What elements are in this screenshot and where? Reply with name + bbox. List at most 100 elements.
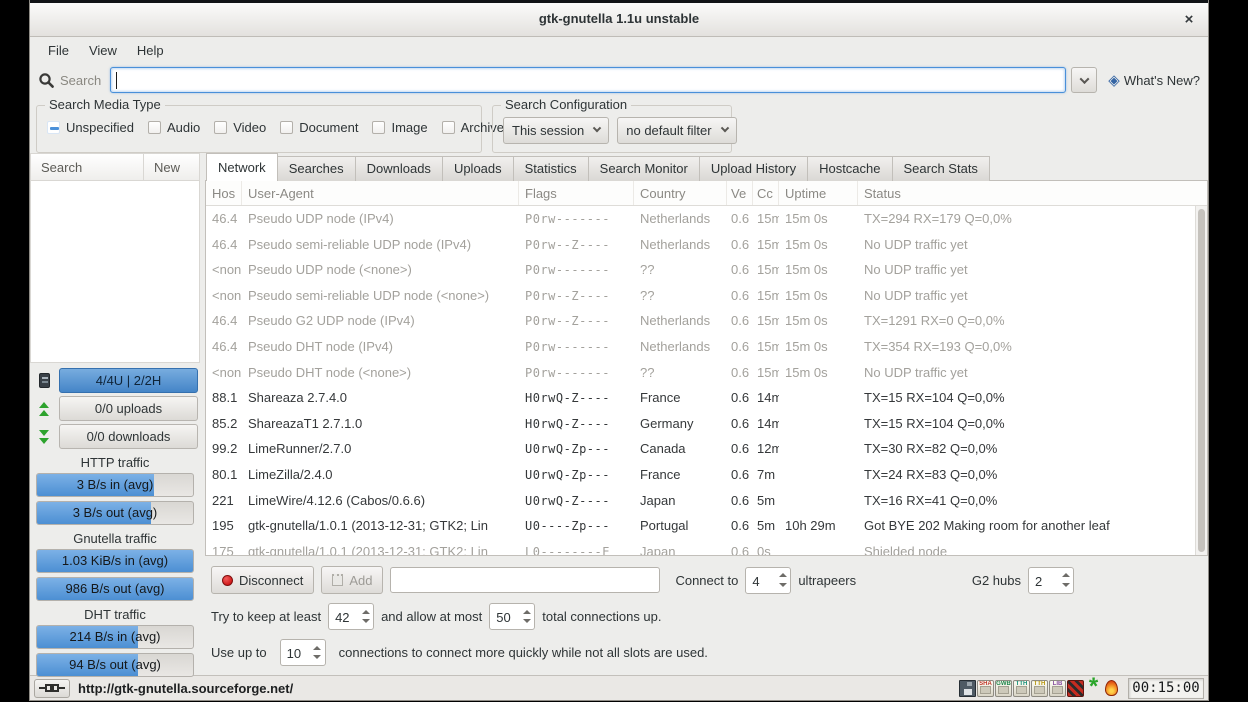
- media-option-image[interactable]: Image: [372, 120, 427, 135]
- new-column-header[interactable]: New: [143, 153, 200, 181]
- search-column-header[interactable]: Search: [30, 153, 143, 181]
- menu-item-file[interactable]: File: [38, 39, 79, 62]
- column-header-country[interactable]: Country: [634, 181, 727, 205]
- tab-search-stats[interactable]: Search Stats: [892, 156, 990, 181]
- column-header-hos[interactable]: Hos: [206, 181, 242, 205]
- chevron-down-icon: [1079, 74, 1089, 84]
- media-option-video[interactable]: Video: [214, 120, 266, 135]
- cell-connected: 5m: [753, 513, 779, 539]
- connector-button[interactable]: [34, 679, 70, 698]
- diamond-icon: ◈: [1108, 73, 1120, 88]
- spinner-arrows[interactable]: [1058, 568, 1073, 593]
- cell-flags: P0rw-------: [519, 257, 634, 283]
- checkbox-icon[interactable]: [47, 121, 60, 134]
- cell-uptime: 15m 0s: [779, 360, 858, 386]
- tab-search-monitor[interactable]: Search Monitor: [588, 156, 700, 181]
- uploads-arrows-icon: [34, 401, 54, 417]
- allow-at-most-spinner[interactable]: 50: [489, 603, 535, 630]
- search-toolbar: Search ◈ What's New?: [30, 63, 1208, 97]
- checkbox-icon[interactable]: [148, 121, 161, 134]
- scrollbar-thumb[interactable]: [1198, 209, 1205, 552]
- peers-status-button[interactable]: 4/4U | 2/2H: [59, 368, 198, 393]
- checkbox-icon[interactable]: [280, 121, 293, 134]
- downloads-status-button[interactable]: 0/0 downloads: [59, 424, 198, 449]
- table-row[interactable]: 99.2LimeRunner/2.7.0U0rwQ-Zp---Canada0.6…: [206, 436, 1207, 462]
- tab-network[interactable]: Network: [206, 153, 278, 181]
- cell-agent: Pseudo semi-reliable UDP node (<none>): [242, 283, 519, 309]
- tab-downloads[interactable]: Downloads: [355, 156, 443, 181]
- column-header-flags[interactable]: Flags: [519, 181, 634, 205]
- add-button[interactable]: Add: [321, 566, 383, 594]
- close-button[interactable]: ×: [1180, 11, 1198, 29]
- table-row[interactable]: <nonPseudo DHT node (<none>)P0rw-------?…: [206, 360, 1207, 386]
- table-row[interactable]: 175gtk-gnutella/1.0.1 (2013-12-31; GTK2;…: [206, 539, 1207, 555]
- cell-status: No UDP traffic yet: [858, 360, 1207, 386]
- session-combo[interactable]: This session: [503, 117, 609, 144]
- spinner-arrows[interactable]: [519, 604, 534, 629]
- whats-new-link[interactable]: ◈ What's New?: [1108, 73, 1200, 88]
- checkbox-icon[interactable]: [442, 121, 455, 134]
- use-up-to-suffix-label: connections to connect more quickly whil…: [339, 645, 708, 660]
- cell-country: Canada: [634, 436, 727, 462]
- cell-country: Germany: [634, 411, 727, 437]
- menu-item-help[interactable]: Help: [127, 39, 174, 62]
- cell-version: 0.6: [727, 462, 753, 488]
- disconnect-button[interactable]: Disconnect: [211, 566, 314, 594]
- cell-flags: H0rwQ-Z----: [519, 411, 634, 437]
- cell-uptime: [779, 385, 858, 411]
- default-filter-combo[interactable]: no default filter: [617, 117, 736, 144]
- cell-flags: U0----Zp---: [519, 513, 634, 539]
- use-up-to-spinner[interactable]: 10: [280, 639, 326, 666]
- cell-host: 46.4: [206, 334, 242, 360]
- tab-upload-history[interactable]: Upload History: [699, 156, 808, 181]
- media-option-audio[interactable]: Audio: [148, 120, 200, 135]
- tab-uploads[interactable]: Uploads: [442, 156, 514, 181]
- column-header-useragent[interactable]: User-Agent: [242, 181, 519, 205]
- spinner-arrows[interactable]: [358, 604, 373, 629]
- add-host-input[interactable]: [390, 567, 660, 593]
- table-row[interactable]: 221LimeWire/4.12.6 (Cabos/0.6.6)U0rwQ-Z-…: [206, 488, 1207, 514]
- g2-hubs-spinner[interactable]: 2: [1028, 567, 1074, 594]
- keep-at-least-spinner[interactable]: 42: [328, 603, 374, 630]
- media-option-label: Unspecified: [66, 120, 134, 135]
- table-row[interactable]: <nonPseudo semi-reliable UDP node (<none…: [206, 283, 1207, 309]
- checkbox-icon[interactable]: [214, 121, 227, 134]
- column-header-cc[interactable]: Cc: [753, 181, 779, 205]
- search-input[interactable]: [110, 67, 1066, 93]
- cell-host: 46.4: [206, 232, 242, 258]
- cell-version: 0.6: [727, 488, 753, 514]
- cell-agent: Pseudo G2 UDP node (IPv4): [242, 308, 519, 334]
- column-header-ve[interactable]: Ve: [727, 181, 753, 205]
- column-header-uptime[interactable]: Uptime: [779, 181, 858, 205]
- title-bar: gtk-gnutella 1.1u unstable ×: [30, 3, 1208, 37]
- table-row[interactable]: 46.4Pseudo G2 UDP node (IPv4)P0rw--Z----…: [206, 308, 1207, 334]
- uploads-status-button[interactable]: 0/0 uploads: [59, 396, 198, 421]
- disconnect-label: Disconnect: [239, 573, 303, 588]
- media-option-document[interactable]: Document: [280, 120, 358, 135]
- table-row[interactable]: <nonPseudo UDP node (<none>)P0rw-------?…: [206, 257, 1207, 283]
- table-row[interactable]: 85.2ShareazaT1 2.7.1.0H0rwQ-Z----Germany…: [206, 411, 1207, 437]
- cell-version: 0.6: [727, 385, 753, 411]
- spinner-arrows[interactable]: [310, 640, 325, 665]
- table-row[interactable]: 46.4Pseudo semi-reliable UDP node (IPv4)…: [206, 232, 1207, 258]
- tab-statistics[interactable]: Statistics: [513, 156, 589, 181]
- table-row[interactable]: 46.4Pseudo UDP node (IPv4)P0rw-------Net…: [206, 206, 1207, 232]
- table-row[interactable]: 80.1LimeZilla/2.4.0U0rwQ-Zp---France0.67…: [206, 462, 1207, 488]
- tab-searches[interactable]: Searches: [277, 156, 356, 181]
- table-body: 46.4Pseudo UDP node (IPv4)P0rw-------Net…: [206, 206, 1207, 555]
- table-row[interactable]: 46.4Pseudo DHT node (IPv4)P0rw-------Net…: [206, 334, 1207, 360]
- search-list[interactable]: [30, 181, 200, 363]
- ultrapeers-spinner[interactable]: 4: [745, 567, 791, 594]
- media-option-unspecified[interactable]: Unspecified: [47, 120, 134, 135]
- menu-item-view[interactable]: View: [79, 39, 127, 62]
- cell-flags: U0rwQ-Zp---: [519, 436, 634, 462]
- table-row[interactable]: 195gtk-gnutella/1.0.1 (2013-12-31; GTK2;…: [206, 513, 1207, 539]
- search-history-dropdown-button[interactable]: [1071, 67, 1097, 93]
- vertical-scrollbar[interactable]: [1195, 206, 1207, 555]
- cell-uptime: 15m 0s: [779, 308, 858, 334]
- spinner-arrows[interactable]: [775, 568, 790, 593]
- table-row[interactable]: 88.1Shareaza 2.7.4.0H0rwQ-Z----France0.6…: [206, 385, 1207, 411]
- tab-hostcache[interactable]: Hostcache: [807, 156, 892, 181]
- checkbox-icon[interactable]: [372, 121, 385, 134]
- column-header-status[interactable]: Status: [858, 181, 1195, 205]
